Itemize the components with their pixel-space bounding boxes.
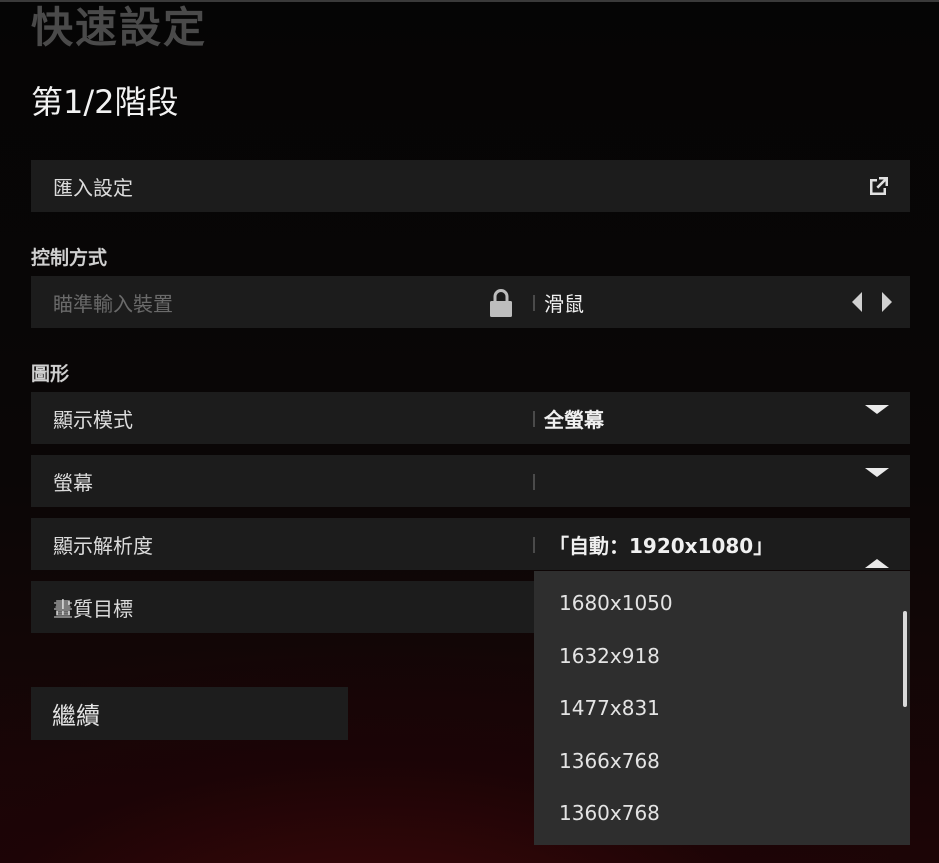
row-separator: [533, 537, 535, 553]
row-separator: [533, 474, 535, 490]
arrow-right-icon[interactable]: [882, 292, 892, 312]
import-settings-label: 匯入設定: [53, 175, 133, 200]
section-graphics: 圖形: [31, 363, 70, 385]
lock-icon: [488, 288, 514, 322]
chevron-down-icon: [865, 405, 889, 433]
aim-input-device-value: 滑鼠: [544, 291, 584, 316]
monitor-dropdown[interactable]: 螢幕: [31, 455, 910, 507]
chevron-up-icon: [865, 540, 889, 568]
resolution-option[interactable]: 1632x918: [559, 644, 660, 668]
external-link-icon: [868, 175, 890, 201]
quality-target-label: 畫質目標: [53, 596, 133, 621]
aim-input-device-row[interactable]: 瞄準輸入裝置 滑鼠: [31, 276, 910, 328]
arrow-left-icon[interactable]: [852, 292, 862, 312]
display-mode-value: 全螢幕: [544, 407, 604, 432]
resolution-option[interactable]: 1366x768: [559, 749, 660, 773]
resolution-value: 「自動：1920x1080」: [549, 533, 774, 558]
display-mode-dropdown[interactable]: 顯示模式 全螢幕: [31, 392, 910, 444]
resolution-dropdown[interactable]: 顯示解析度 「自動：1920x1080」: [31, 518, 910, 570]
row-separator: [533, 295, 535, 311]
section-controls: 控制方式: [31, 247, 108, 269]
continue-button[interactable]: 繼續: [31, 687, 348, 740]
resolution-option[interactable]: 1360x768: [559, 801, 660, 825]
chevron-down-icon: [865, 468, 889, 496]
resolution-label: 顯示解析度: [53, 533, 153, 558]
dropdown-scrollbar[interactable]: [903, 611, 907, 707]
resolution-options-list[interactable]: 1680x1050 1632x918 1477x831 1366x768 136…: [534, 571, 910, 845]
resolution-option[interactable]: 1680x1050: [559, 591, 673, 615]
resolution-option[interactable]: 1477x831: [559, 696, 660, 720]
stage-indicator: 第1/2階段: [31, 83, 179, 121]
page-title: 快速設定: [31, 3, 208, 52]
option-arrows: [852, 292, 892, 312]
display-mode-label: 顯示模式: [53, 407, 133, 432]
import-settings-button[interactable]: 匯入設定: [31, 160, 910, 212]
row-separator: [533, 411, 535, 427]
aim-input-device-label: 瞄準輸入裝置: [53, 291, 173, 316]
monitor-label: 螢幕: [53, 470, 93, 495]
